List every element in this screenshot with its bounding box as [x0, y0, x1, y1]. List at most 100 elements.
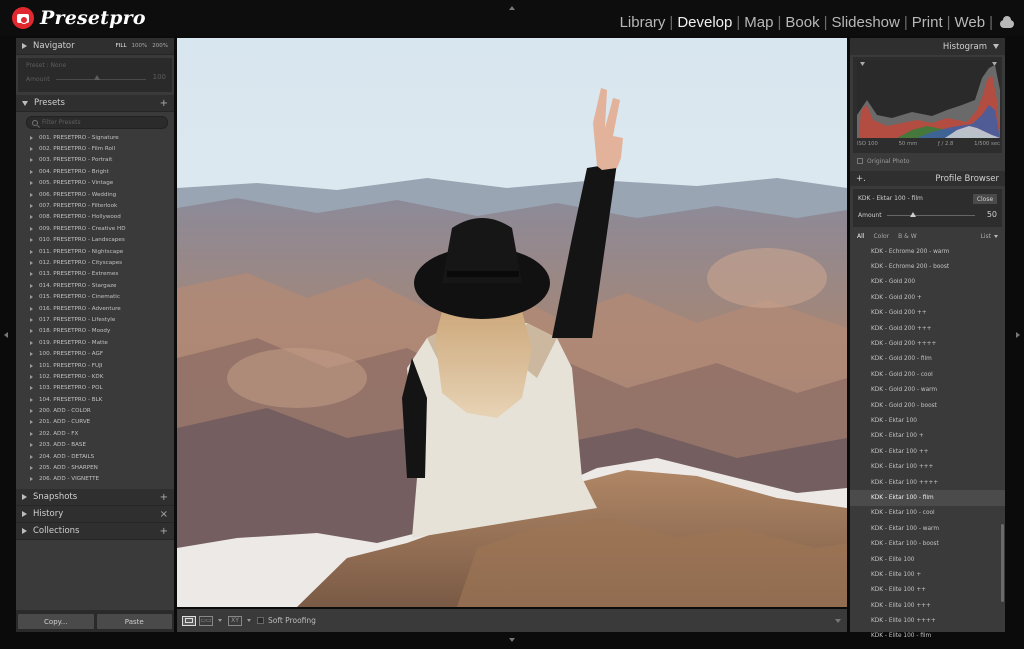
module-library[interactable]: Library [617, 14, 669, 31]
preset-folder-item[interactable]: 012. PRESETPRO - Cityscapes [16, 257, 174, 268]
profile-item[interactable]: KDK - Elite 100 +++ [850, 598, 1005, 613]
soft-proofing-checkbox[interactable] [257, 617, 264, 624]
amount-slider-track[interactable] [56, 79, 146, 80]
preset-folder-item[interactable]: 100. PRESETPRO - AGF [16, 348, 174, 359]
profile-item[interactable]: KDK - Echrome 200 - boost [850, 259, 1005, 274]
module-develop[interactable]: Develop [674, 14, 735, 31]
copy-button[interactable]: Copy... [18, 614, 94, 629]
histogram[interactable]: ISO 100 50 mm ƒ / 2.8 1/500 sec [853, 57, 1002, 153]
profile-item[interactable]: KDK - Ektar 100 - cool [850, 506, 1005, 521]
profile-item[interactable]: KDK - Ektar 100 - boost [850, 536, 1005, 551]
preset-folder-item[interactable]: 002. PRESETPRO - Film Roll [16, 143, 174, 154]
profile-amount-slider-track[interactable] [887, 215, 975, 216]
before-after-button[interactable]: ▭▭ [199, 615, 213, 626]
tab-color[interactable]: Color [873, 233, 889, 240]
profile-item[interactable]: KDK - Ektar 100 ++ [850, 444, 1005, 459]
panel-toggle-bottom-icon[interactable] [509, 638, 515, 642]
zoom-fill[interactable]: FILL [116, 43, 127, 49]
zoom-200[interactable]: 200% [152, 43, 168, 49]
preset-folder-item[interactable]: 008. PRESETPRO - Hollywood [16, 212, 174, 223]
module-book[interactable]: Book [782, 14, 822, 31]
preset-folder-item[interactable]: 015. PRESETPRO - Cinematic [16, 291, 174, 302]
preset-folder-item[interactable]: 206. ADD - VIGNETTE [16, 474, 174, 485]
add-preset-icon[interactable]: + [160, 98, 168, 109]
preset-filter-input[interactable] [42, 119, 152, 126]
cloud-icon[interactable] [1000, 15, 1014, 28]
preset-folder-item[interactable]: 006. PRESETPRO - Wedding [16, 189, 174, 200]
profile-item[interactable]: KDK - Gold 200 [850, 275, 1005, 290]
xy-button[interactable]: XY [228, 615, 242, 626]
panel-toggle-left-icon[interactable] [4, 332, 8, 338]
close-button[interactable]: Close [973, 194, 997, 204]
profile-item[interactable]: KDK - Gold 200 + [850, 290, 1005, 305]
preset-folder-item[interactable]: 104. PRESETPRO - BLK [16, 394, 174, 405]
profile-item[interactable]: KDK - Elite 100 ++++ [850, 613, 1005, 628]
preset-folder-item[interactable]: 007. PRESETPRO - Filterlook [16, 200, 174, 211]
clear-history-icon[interactable]: × [160, 509, 168, 520]
module-map[interactable]: Map [741, 14, 776, 31]
preset-folder-item[interactable]: 018. PRESETPRO - Moody [16, 326, 174, 337]
preset-folder-item[interactable]: 019. PRESETPRO - Matte [16, 337, 174, 348]
profile-item[interactable]: KDK - Elite 100 ++ [850, 583, 1005, 598]
preset-folder-item[interactable]: 009. PRESETPRO - Creative HD [16, 223, 174, 234]
profile-item[interactable]: KDK - Echrome 200 - warm [850, 244, 1005, 259]
preset-folder-item[interactable]: 010. PRESETPRO - Landscapes [16, 235, 174, 246]
module-print[interactable]: Print [909, 14, 946, 31]
preset-folder-item[interactable]: 102. PRESETPRO - KDK [16, 371, 174, 382]
chevron-down-icon[interactable] [247, 619, 251, 622]
preset-folder-item[interactable]: 017. PRESETPRO - Lifestyle [16, 314, 174, 325]
paste-button[interactable]: Paste [96, 614, 172, 629]
history-header[interactable]: History × [16, 506, 174, 523]
profile-item[interactable]: KDK - Gold 200 - warm [850, 383, 1005, 398]
profile-item[interactable]: KDK - Gold 200 ++ [850, 306, 1005, 321]
original-photo-toggle[interactable]: Original Photo [850, 155, 1005, 167]
preset-folder-item[interactable]: 200. ADD - COLOR [16, 405, 174, 416]
preset-folder-item[interactable]: 001. PRESETPRO - Signature [16, 132, 174, 143]
profile-item[interactable]: KDK - Ektar 100 + [850, 429, 1005, 444]
module-web[interactable]: Web [952, 14, 989, 31]
preset-folder-item[interactable]: 016. PRESETPRO - Adventure [16, 303, 174, 314]
profile-item[interactable]: KDK - Gold 200 - cool [850, 367, 1005, 382]
preset-folder-item[interactable]: 005. PRESETPRO - Vintage [16, 178, 174, 189]
preset-folder-item[interactable]: 205. ADD - SHARPEN [16, 462, 174, 473]
original-photo-checkbox[interactable] [857, 158, 863, 164]
tab-bw[interactable]: B & W [898, 233, 917, 240]
module-slideshow[interactable]: Slideshow [828, 14, 902, 31]
toolbar-menu-icon[interactable] [835, 619, 841, 623]
preset-folder-item[interactable]: 011. PRESETPRO - Nightscape [16, 246, 174, 257]
preset-folder-item[interactable]: 204. ADD - DETAILS [16, 451, 174, 462]
preset-folder-item[interactable]: 202. ADD - FX [16, 428, 174, 439]
profile-list-scrollbar[interactable] [1001, 524, 1004, 602]
preset-folder-item[interactable]: 014. PRESETPRO - Stargaze [16, 280, 174, 291]
profile-browser-header[interactable]: +. Profile Browser [850, 171, 1005, 186]
tab-all[interactable]: All [857, 233, 864, 240]
profile-item[interactable]: KDK - Elite 100 [850, 552, 1005, 567]
profile-item[interactable]: KDK - Gold 200 - film [850, 352, 1005, 367]
zoom-100[interactable]: 100% [132, 43, 148, 49]
preset-folder-item[interactable]: 101. PRESETPRO - FUJI [16, 360, 174, 371]
profile-item[interactable]: KDK - Ektar 100 - warm [850, 521, 1005, 536]
panel-toggle-top-icon[interactable] [509, 6, 515, 10]
profile-grid-icon[interactable]: +. [856, 174, 866, 184]
profile-item[interactable]: KDK - Ektar 100 +++ [850, 459, 1005, 474]
profile-item[interactable]: KDK - Gold 200 ++++ [850, 336, 1005, 351]
view-mode-dropdown[interactable]: List [981, 233, 998, 240]
profile-item[interactable]: KDK - Elite 100 + [850, 567, 1005, 582]
preset-folder-item[interactable]: 201. ADD - CURVE [16, 417, 174, 428]
loupe-view-button[interactable] [182, 615, 196, 626]
panel-toggle-right-icon[interactable] [1016, 332, 1020, 338]
presets-header[interactable]: Presets + [16, 95, 174, 112]
add-snapshot-icon[interactable]: + [160, 492, 168, 503]
photo-canvas[interactable] [177, 38, 847, 607]
preset-folder-item[interactable]: 004. PRESETPRO - Bright [16, 166, 174, 177]
profile-item[interactable]: KDK - Gold 200 - boost [850, 398, 1005, 413]
add-collection-icon[interactable]: + [160, 526, 168, 537]
amount-slider-knob[interactable] [94, 75, 100, 80]
navigator-header[interactable]: Navigator FILL 100% 200% [16, 38, 174, 55]
preset-folder-item[interactable]: 103. PRESETPRO - POL [16, 383, 174, 394]
snapshots-header[interactable]: Snapshots + [16, 489, 174, 506]
chevron-down-icon[interactable] [218, 619, 222, 622]
profile-item[interactable]: KDK - Gold 200 +++ [850, 321, 1005, 336]
histogram-header[interactable]: Histogram [850, 38, 1005, 55]
profile-item[interactable]: KDK - Ektar 100 ++++ [850, 475, 1005, 490]
